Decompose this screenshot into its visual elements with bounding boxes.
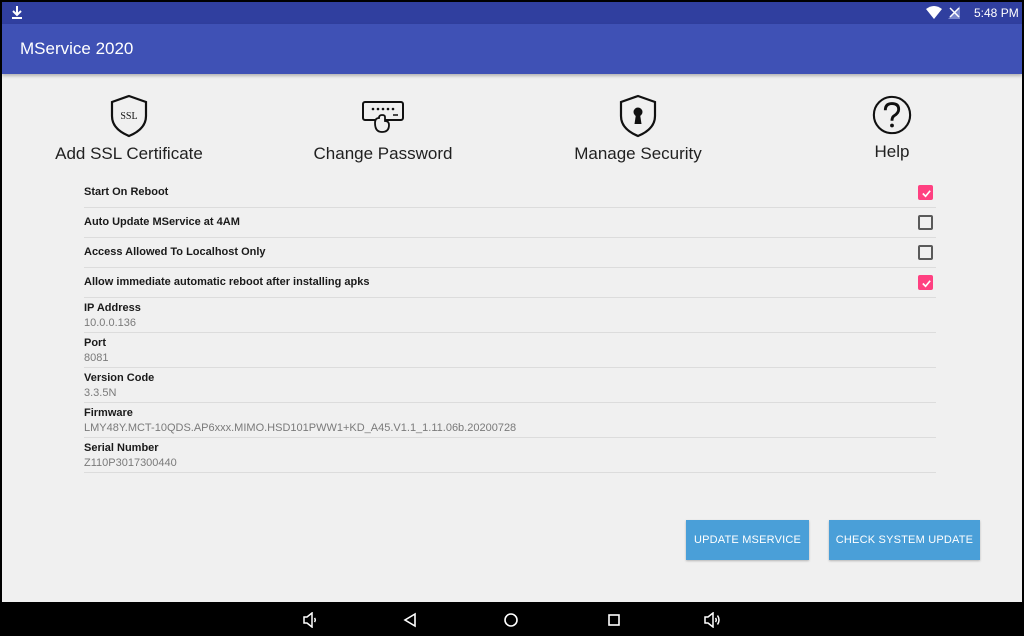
info-port: Port 8081: [84, 333, 936, 368]
info-ip-address: IP Address 10.0.0.136: [84, 298, 936, 333]
checkmark-icon: [922, 190, 931, 198]
check-system-update-button[interactable]: CHECK SYSTEM UPDATE: [829, 520, 980, 560]
wifi-icon: [926, 6, 942, 19]
tile-label: Change Password: [313, 144, 453, 163]
back-icon[interactable]: [402, 612, 418, 628]
info-value: LMY48Y.MCT-10QDS.AP6xxx.MIMO.HSD101PWW1+…: [84, 422, 517, 434]
app-bar: MService 2020: [2, 24, 1022, 74]
no-signal-icon: [948, 6, 960, 19]
tile-label: Manage Security: [574, 144, 702, 163]
status-bar: 5:48 PM: [2, 2, 1022, 24]
setting-label: Auto Update MService at 4AM: [84, 216, 240, 228]
auto-update-checkbox[interactable]: [918, 215, 933, 230]
info-value: 3.3.5N: [84, 387, 117, 399]
change-password-tile[interactable]: Change Password: [308, 94, 458, 164]
tile-label: Help: [874, 142, 910, 161]
setting-label: Allow immediate automatic reboot after i…: [84, 276, 370, 288]
update-mservice-button[interactable]: UPDATE MSERVICE: [686, 520, 809, 560]
password-keypad-icon: [362, 101, 404, 133]
info-serial-number: Serial Number Z110P3017300440: [84, 438, 936, 473]
volume-up-icon[interactable]: [703, 612, 721, 628]
setting-label: Start On Reboot: [84, 186, 169, 198]
setting-auto-update[interactable]: Auto Update MService at 4AM: [84, 208, 936, 238]
add-ssl-certificate-tile[interactable]: SSL Add SSL Certificate: [54, 94, 204, 164]
question-icon: [872, 95, 912, 135]
info-firmware: Firmware LMY48Y.MCT-10QDS.AP6xxx.MIMO.HS…: [84, 403, 936, 438]
ssl-icon-text: SSL: [120, 111, 137, 122]
setting-label: Access Allowed To Localhost Only: [84, 246, 266, 258]
setting-immediate-reboot[interactable]: Allow immediate automatic reboot after i…: [84, 268, 936, 298]
download-icon: [12, 6, 22, 19]
settings-list: Start On Reboot Auto Update MService at …: [84, 178, 936, 473]
info-key: Serial Number: [84, 442, 159, 454]
immediate-reboot-checkbox[interactable]: [918, 275, 933, 290]
info-version-code: Version Code 3.3.5N: [84, 368, 936, 403]
info-key: Version Code: [84, 372, 155, 384]
screen: 5:48 PM MService 2020 SSL Add SSL Certif…: [2, 2, 1022, 636]
home-icon[interactable]: [503, 612, 519, 628]
status-time: 5:48 PM: [974, 6, 1019, 20]
app-title: MService 2020: [20, 39, 134, 58]
ssl-shield-icon: SSL: [110, 94, 148, 138]
setting-localhost-only[interactable]: Access Allowed To Localhost Only: [84, 238, 936, 268]
recents-icon[interactable]: [606, 612, 622, 628]
info-value: 8081: [84, 352, 109, 364]
help-tile[interactable]: Help: [842, 94, 942, 162]
volume-down-icon[interactable]: [302, 612, 318, 628]
setting-start-on-reboot[interactable]: Start On Reboot: [84, 178, 936, 208]
localhost-only-checkbox[interactable]: [918, 245, 933, 260]
info-key: IP Address: [84, 302, 141, 314]
checkmark-icon: [922, 280, 931, 288]
info-value: Z110P3017300440: [84, 457, 177, 469]
info-value: 10.0.0.136: [84, 317, 136, 329]
navigation-bar: [2, 602, 1022, 636]
info-key: Firmware: [84, 407, 133, 419]
lock-shield-icon: [619, 94, 657, 138]
tile-label: Add SSL Certificate: [55, 144, 203, 163]
start-on-reboot-checkbox[interactable]: [918, 185, 933, 200]
manage-security-tile[interactable]: Manage Security: [563, 94, 713, 164]
info-key: Port: [84, 337, 106, 349]
